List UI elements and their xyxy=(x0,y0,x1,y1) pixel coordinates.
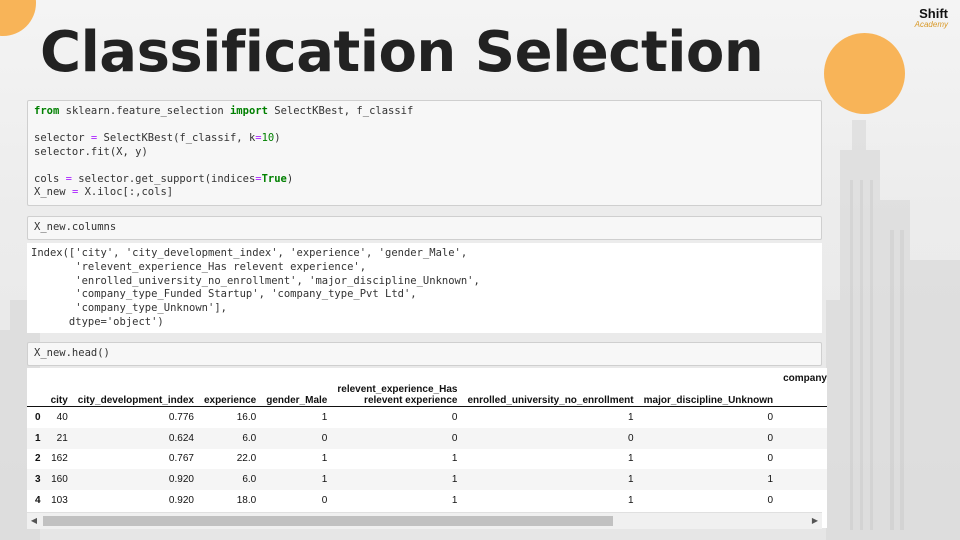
column-header: experience xyxy=(198,368,262,407)
table-cell: 0 xyxy=(778,490,827,511)
horizontal-scrollbar[interactable]: ◀ ▶ xyxy=(27,512,822,529)
shift-academy-logo: Shift Academy xyxy=(914,6,948,29)
table-cell: 0 xyxy=(778,407,827,428)
table-cell: 0.624 xyxy=(72,427,199,449)
table-cell: 1 xyxy=(321,453,328,465)
code-line: from sklearn.feature_selection import Se… xyxy=(34,105,414,117)
table-cell: 0 xyxy=(261,427,333,449)
table-cell: 0.920 xyxy=(72,469,199,491)
column-header: major_discipline_Unknown xyxy=(638,368,779,407)
scroll-right-icon[interactable]: ▶ xyxy=(808,513,822,529)
table-cell: 22.0 xyxy=(236,453,257,465)
table-cell: 40 xyxy=(56,411,68,423)
table-cell: 0 xyxy=(451,411,458,423)
logo-line1: Shift xyxy=(919,6,948,21)
logo-line2: Academy xyxy=(914,20,948,29)
table-cell: 0 xyxy=(767,453,774,465)
row-index: 4 xyxy=(35,495,41,507)
code-line: selector = SelectKBest(f_classif, k=10) xyxy=(34,132,281,144)
table-cell: 1 xyxy=(261,469,333,491)
table-row: 4 103 0.920 18.0 0 1 1 0 0 xyxy=(27,490,827,511)
row-index: 2 xyxy=(35,453,41,465)
code-line: cols = selector.get_support(indices=True… xyxy=(34,172,294,185)
dataframe-table: city city_development_index experience g… xyxy=(27,368,827,511)
column-header: company_type_Funded Startup xyxy=(778,368,827,407)
table-row: 2 162 0.767 22.0 1 1 1 0 0 xyxy=(27,449,827,470)
table-cell: 1 xyxy=(451,495,458,507)
code-cell-head[interactable]: X_new.head() xyxy=(27,342,822,366)
code-line: selector.fit(X, y) xyxy=(34,145,148,158)
table-cell: 1 xyxy=(332,469,463,491)
column-header: gender_Male xyxy=(261,368,333,407)
table-cell: 0 xyxy=(778,449,827,470)
code-line: X_new = X.iloc[:,cols] xyxy=(34,186,174,198)
table-cell: 103 xyxy=(51,495,68,507)
table-cell: 6.0 xyxy=(198,469,262,491)
table-row: 0 40 0.776 16.0 1 0 1 0 0 xyxy=(27,407,827,428)
row-index: 0 xyxy=(35,411,41,423)
table-cell: 18.0 xyxy=(236,495,257,507)
column-header: city_development_index xyxy=(72,368,199,407)
table-cell: 1 xyxy=(638,469,779,491)
scroll-thumb[interactable] xyxy=(43,516,613,526)
column-header: city xyxy=(45,368,73,407)
table-header-row: city city_development_index experience g… xyxy=(27,368,827,407)
table-cell: 1 xyxy=(628,453,634,465)
row-index: 3 xyxy=(27,469,46,491)
table-row: 3 160 0.920 6.0 1 1 1 1 0 xyxy=(27,469,827,491)
table-cell: 0.920 xyxy=(168,495,194,507)
table-cell: 0.776 xyxy=(168,411,194,423)
table-cell: 21 xyxy=(45,427,73,449)
orange-decoration-circle xyxy=(824,33,905,114)
row-index: 1 xyxy=(27,427,46,449)
table-cell: 0 xyxy=(778,469,827,491)
table-row: 1 21 0.624 6.0 0 0 0 0 0 xyxy=(27,427,827,449)
table-cell: 0.767 xyxy=(168,453,194,465)
table-cell: 0 xyxy=(332,427,463,449)
index-header xyxy=(27,368,46,407)
table-cell: 1 xyxy=(628,411,634,423)
code-cell-feature-selection[interactable]: from sklearn.feature_selection import Se… xyxy=(27,100,822,206)
columns-output: Index(['city', 'city_development_index',… xyxy=(27,243,822,333)
table-cell: 16.0 xyxy=(236,411,257,423)
table-cell: 0 xyxy=(767,495,774,507)
slide-title: Classification Selection xyxy=(40,20,764,85)
table-cell: 0 xyxy=(778,427,827,449)
table-cell: 6.0 xyxy=(198,427,262,449)
code-cell-columns[interactable]: X_new.columns xyxy=(27,216,822,240)
scroll-left-icon[interactable]: ◀ xyxy=(27,513,41,529)
table-cell: 0 xyxy=(462,427,639,449)
table-cell: 1 xyxy=(451,453,458,465)
table-cell: 1 xyxy=(628,495,634,507)
dataframe-output: city city_development_index experience g… xyxy=(27,368,827,528)
table-cell: 162 xyxy=(51,453,68,465)
column-header: enrolled_university_no_enrollment xyxy=(462,368,639,407)
table-cell: 0 xyxy=(321,495,328,507)
table-cell: 160 xyxy=(45,469,73,491)
table-cell: 0 xyxy=(638,427,779,449)
table-cell: 0 xyxy=(767,411,774,423)
code-line: X_new.columns xyxy=(34,221,117,233)
table-cell: 1 xyxy=(462,469,639,491)
table-cell: 1 xyxy=(321,411,328,423)
column-header: relevent_experience_Has relevent experie… xyxy=(332,368,463,407)
code-line: X_new.head() xyxy=(34,347,110,359)
